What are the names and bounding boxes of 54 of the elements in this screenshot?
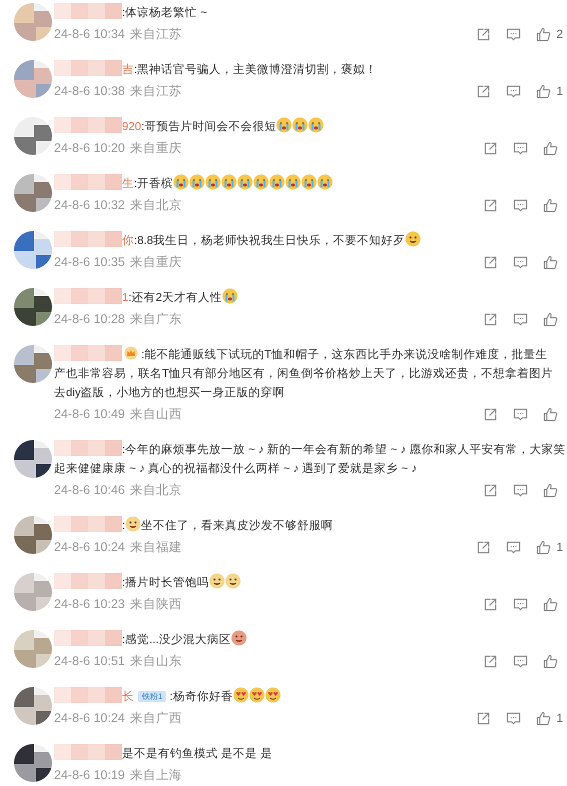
comment-text: 坐不住了，看来真皮沙发不够舒服啊 [141, 520, 334, 532]
comment-location: 来自上海 [130, 766, 182, 784]
like-count: 1 [556, 540, 563, 554]
like-count: 1 [556, 711, 563, 725]
comment-text: 是不是有钓鱼模式 是不是 是 [122, 748, 272, 760]
comment-location: 来自北京 [130, 196, 182, 214]
comment-text: 起来健健康康 ~ ♪ 真心的祝福都没什么两样 ~ ♪ 遇到了爱就是家乡 ~ ♪ [54, 463, 417, 475]
username-text[interactable]: 1 [122, 292, 128, 304]
comment-text: :开香槟 [134, 178, 174, 190]
like-count: 2 [556, 27, 563, 41]
comment-text: :还有2天才有人性 [128, 292, 222, 304]
comment-text: :感觉...没少混大病区 [122, 634, 231, 646]
comment-location: 来自陕西 [130, 596, 182, 612]
comment-text: : [122, 520, 126, 532]
comment-location: 来自福建 [130, 538, 182, 556]
username-text[interactable]: 920 [122, 121, 142, 133]
comment-location: 来自广西 [130, 710, 182, 726]
comment-time: 24-8-6 10:28 [54, 312, 125, 326]
comment-location: 来自广东 [130, 310, 182, 328]
username-text[interactable]: 生 [122, 178, 134, 190]
comment-text: :播片时长管饱吗 [122, 577, 210, 589]
username-text[interactable]: 吉 [122, 64, 134, 76]
comment-location: 来自山东 [130, 652, 182, 670]
comment-text: 去diy盗版，小地方的也想买一身正版的穿啊 [54, 387, 285, 399]
comment-time: 24-8-6 10:46 [54, 483, 125, 497]
username-text[interactable]: 长 [122, 691, 134, 703]
comment-text: :哥预告片时间会不会很短 [141, 121, 276, 133]
comment-text: :今年的麻烦事先放一放 ~ ♪ 新的一年会有新的希望 ~ ♪ 愿你和家人平安有常，大家笑 [122, 444, 566, 456]
like-count: 1 [556, 84, 563, 98]
comment-text: :8.8我生日，杨老师快祝我生日快乐，不要不知好歹 [134, 235, 406, 247]
comment-time: 24-8-6 10:51 [54, 654, 125, 668]
comment-time: 24-8-6 10:34 [54, 27, 125, 41]
comment-time: 24-8-6 10:24 [54, 540, 125, 554]
comment-text: 产也非常容易，联名T恤只有部分地区有，闲鱼倒爷价格炒上天了，比游戏还贵，不想拿着图片 [54, 368, 554, 380]
comment-text: :黑神话官号骗人，主美微博澄清切割，褒姒！ [134, 64, 378, 76]
comment-text: :杨奇你好香 [168, 691, 233, 703]
fan-badge: 铁粉1 [138, 691, 166, 702]
comment-time: 24-8-6 10:49 [54, 407, 125, 421]
comment-time: 24-8-6 10:23 [54, 597, 125, 611]
comment-location: 来自重庆 [130, 254, 182, 270]
comment-text: :能不能通贩线下试玩的T恤和帽子，这东西比手办来说没啥制作难度，批量生 [140, 349, 548, 361]
comment-location: 来自山西 [130, 406, 182, 422]
comment-time: 24-8-6 10:19 [54, 768, 125, 782]
comment-time: 24-8-6 10:20 [54, 141, 125, 155]
comment-time: 24-8-6 10:38 [54, 84, 125, 98]
comment-text: :体谅杨老繁忙 ~ [122, 7, 208, 19]
comment-location: 来自江苏 [130, 26, 182, 42]
comment-location: 来自江苏 [130, 82, 182, 100]
comment-time: 24-8-6 10:32 [54, 198, 125, 212]
username-text[interactable]: 你 [122, 235, 134, 247]
comment-time: 24-8-6 10:35 [54, 255, 125, 269]
comment-time: 24-8-6 10:24 [54, 711, 125, 725]
comment-location: 来自北京 [130, 482, 182, 498]
comment-location: 来自重庆 [130, 140, 182, 156]
